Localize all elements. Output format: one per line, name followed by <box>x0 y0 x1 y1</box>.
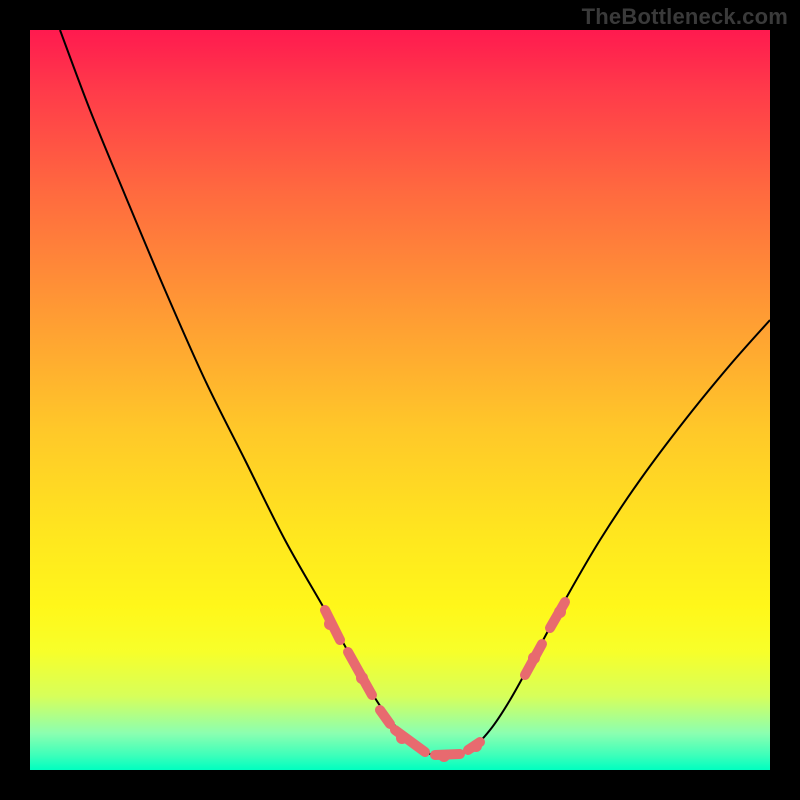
bottleneck-curve <box>60 30 770 756</box>
marker-dot <box>324 618 336 630</box>
marker-dot <box>528 652 540 664</box>
chart-svg <box>30 30 770 770</box>
watermark-text: TheBottleneck.com <box>582 4 788 30</box>
marker-dot <box>356 672 368 684</box>
marker-group <box>324 602 566 762</box>
marker-dot <box>438 750 450 762</box>
marker-segment <box>380 710 390 724</box>
marker-dot <box>554 606 566 618</box>
marker-dot <box>470 740 482 752</box>
marker-dot <box>396 732 408 744</box>
